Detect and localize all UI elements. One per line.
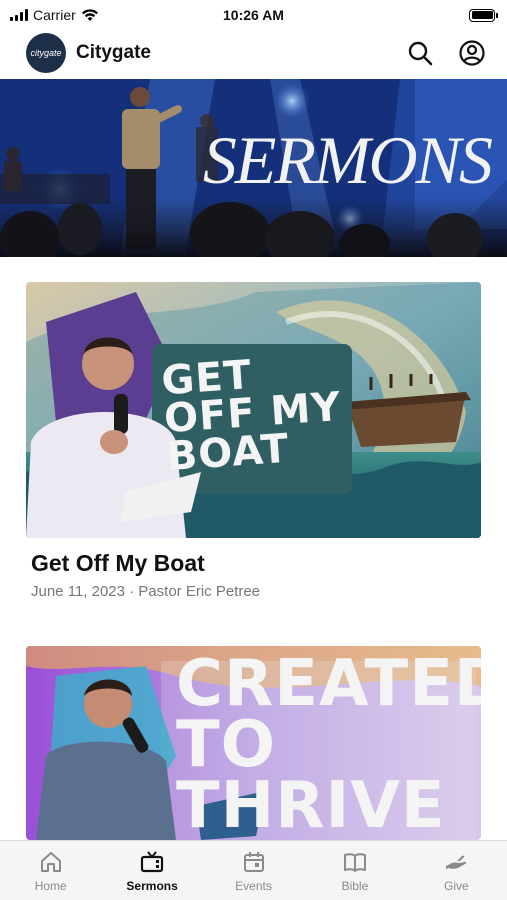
home-icon [40, 851, 61, 872]
search-icon[interactable] [407, 40, 433, 66]
sermon-art-title: GET OFF MY BOAT [159, 352, 343, 481]
battery-fill [471, 11, 493, 19]
book-icon [343, 852, 366, 872]
tab-home[interactable]: Home [0, 841, 101, 900]
signal-icon [10, 9, 28, 21]
give-hand-icon [446, 855, 467, 869]
tab-sermons[interactable]: Sermons [101, 841, 202, 900]
tab-label: Home [34, 878, 67, 893]
tab-bible[interactable]: Bible [304, 841, 405, 900]
app-header: citygate Citygate [0, 30, 507, 76]
tab-events[interactable]: Events [203, 841, 304, 900]
header-actions [407, 40, 485, 66]
app-logo[interactable]: citygate [26, 33, 66, 73]
status-bar: Carrier 10:26 AM [0, 0, 507, 30]
tab-give[interactable]: Give [406, 841, 507, 900]
tab-label: Give [443, 878, 469, 893]
battery-icon [469, 8, 498, 22]
logo-text: citygate [30, 48, 62, 58]
hero-title: SERMONS [202, 122, 493, 198]
tab-bar: Home Sermons Events Bible Give [0, 840, 507, 900]
wifi-icon [81, 9, 98, 21]
sermon-thumbnail[interactable]: CREATED TO THRIVE [26, 646, 481, 840]
sermons-hero-banner: SERMONS [0, 79, 507, 257]
tv-icon [141, 850, 164, 872]
calendar-icon [243, 851, 264, 872]
sermon-title[interactable]: Get Off My Boat [31, 550, 481, 577]
sermon-thumbnail[interactable]: GET OFF MY BOAT [26, 282, 481, 538]
tab-label: Bible [341, 878, 369, 893]
tab-label: Sermons [126, 878, 178, 893]
tab-label: Events [235, 878, 272, 893]
sermon-meta: June 11, 2023 · Pastor Eric Petree [31, 583, 261, 600]
account-icon[interactable] [459, 40, 485, 66]
sermon-card[interactable]: CREATED TO THRIVE [26, 646, 481, 840]
status-left: Carrier [10, 7, 99, 23]
sermon-art-title: CREATED TO THRIVE [176, 647, 481, 840]
carrier-label: Carrier [33, 7, 76, 23]
app-title: Citygate [76, 42, 151, 63]
sermon-card[interactable]: GET OFF MY BOAT Get Off My Boat June 11,… [26, 282, 481, 600]
